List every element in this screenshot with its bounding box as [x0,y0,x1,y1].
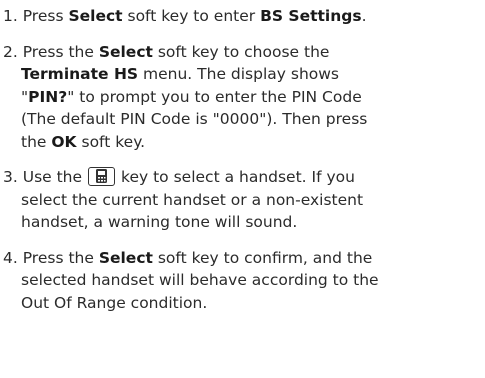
step-text: the [21,132,52,151]
step-number: 3. [3,168,18,186]
step-line: Terminate HS menu. The display shows [21,63,485,86]
step-line: handset, a warning tone will sound. [21,213,298,231]
select-keyword: Select [98,42,153,61]
instruction-steps: 1. Press Select soft key to enter BS Set… [0,0,485,314]
pin-keyword: PIN? [28,87,68,106]
ok-keyword: OK [51,132,77,151]
step-1: 1. Press Select soft key to enter BS Set… [3,5,485,28]
step-text: menu. The display shows [138,65,340,83]
step-text: key to select a handset. If you [121,168,355,186]
handset-key-icon [88,167,116,186]
step-text: . [361,7,367,25]
step-text: soft key to enter [122,7,261,25]
step-4: 4. Press the Select soft key to confirm,… [3,247,485,315]
step-text: soft key. [76,132,146,151]
select-keyword: Select [98,248,153,267]
step-number: 2. [3,42,18,61]
step-text: soft key to choose the [152,42,330,61]
step-line: select the current handset or a non-exis… [21,190,364,209]
step-line: (The default PIN Code is "0000"). Then p… [21,110,368,128]
terminate-hs-keyword: Terminate HS [21,65,139,83]
step-line: the OK soft key. [21,131,485,154]
step-text: Press [17,7,69,25]
select-keyword: Select [68,7,123,25]
step-text: " to prompt you to enter the PIN Code [67,87,362,106]
step-text: soft key to confirm, and the [152,248,373,267]
step-text: Use the [17,168,83,186]
step-line: "PIN?" to prompt you to enter the PIN Co… [21,86,485,109]
step-text: Press the [17,42,99,61]
step-number: 4. [3,248,18,267]
step-2: 2. Press the Select soft key to choose t… [3,41,485,154]
step-number: 1. [3,7,18,25]
step-line: selected handset will behave according t… [21,271,379,289]
step-3: 3. Use the key to select a handset. If yo… [3,166,485,234]
step-line: Out Of Range condition. [21,293,208,312]
step-text: Press the [17,248,99,267]
bs-settings-keyword: BS Settings [260,7,362,25]
